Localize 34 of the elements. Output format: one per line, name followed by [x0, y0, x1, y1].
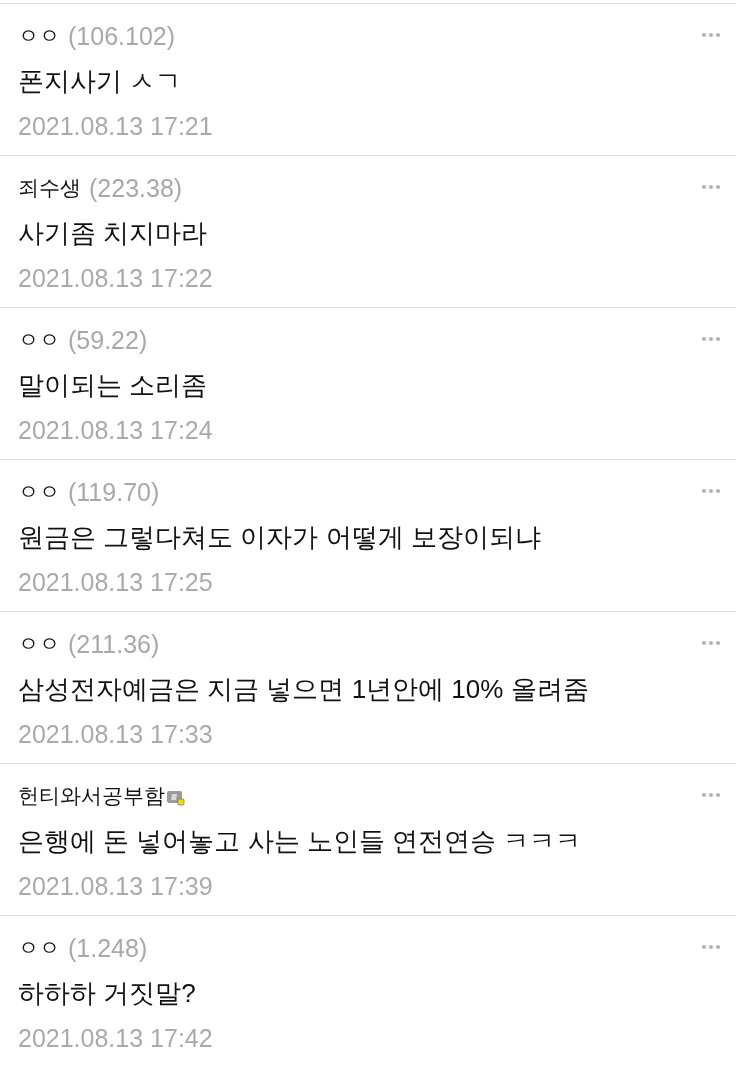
comment-timestamp: 2021.08.13 17:39	[18, 871, 214, 901]
ip-address: (59.22)	[68, 326, 148, 354]
comment-text: 하하하 거짓말?	[18, 977, 197, 1010]
comment-text: 사기좀 치지마라	[18, 217, 209, 250]
comment-timestamp: 2021.08.13 17:33	[18, 719, 214, 749]
author-name: 헌티와서공부함	[18, 783, 165, 809]
comment-timestamp: 2021.08.13 17:21	[18, 111, 214, 141]
author-name: ㅇㅇ	[18, 479, 60, 505]
more-icon[interactable]	[702, 792, 720, 797]
comment-text: 원금은 그렇다쳐도 이자가 어떻게 보장이되냐	[18, 521, 542, 554]
comment-text: 폰지사기 ㅅㄱ	[18, 65, 183, 98]
comment-timestamp: 2021.08.13 17:42	[18, 1023, 214, 1053]
ip-address: (1.248)	[68, 934, 148, 962]
more-icon[interactable]	[702, 640, 720, 645]
more-icon[interactable]	[702, 488, 720, 493]
ip-address: (223.38)	[89, 174, 183, 202]
author-name: 죄수생	[18, 175, 81, 201]
more-icon[interactable]	[702, 944, 720, 949]
more-icon[interactable]	[702, 184, 720, 189]
comment-text: 은행에 돈 넣어놓고 사는 노인들 연전연승 ㅋㅋㅋ	[18, 825, 583, 858]
author-name: ㅇㅇ	[18, 935, 60, 961]
comment-timestamp: 2021.08.13 17:24	[18, 415, 214, 445]
comment-text: 삼성전자예금은 지금 넣으면 1년안에 10% 올려줌	[18, 673, 590, 706]
comment-timestamp: 2021.08.13 17:22	[18, 263, 214, 293]
ip-address: (106.102)	[68, 22, 176, 50]
author-name: ㅇㅇ	[18, 327, 60, 353]
comment-text: 말이되는 소리좀	[18, 369, 209, 402]
more-icon[interactable]	[702, 32, 720, 37]
more-icon[interactable]	[702, 336, 720, 341]
author-name: ㅇㅇ	[18, 23, 60, 49]
author-name: ㅇㅇ	[18, 631, 60, 657]
ip-address: (211.36)	[68, 630, 160, 658]
ip-address: (119.70)	[68, 478, 160, 506]
comment-timestamp: 2021.08.13 17:25	[18, 567, 214, 597]
